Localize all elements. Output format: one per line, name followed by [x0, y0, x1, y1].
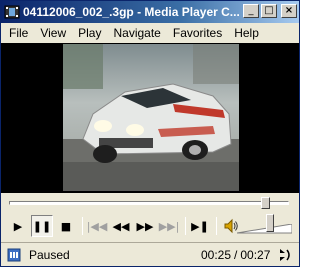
next-button[interactable]: ▶▶|: [158, 215, 180, 237]
play-button[interactable]: ▶: [7, 215, 29, 237]
seek-bar[interactable]: [1, 193, 299, 211]
menu-bar: File View Play Navigate Favorites Help: [1, 23, 299, 43]
fast-forward-button[interactable]: ▶▶: [134, 215, 156, 237]
video-area[interactable]: [1, 43, 299, 193]
window-title: 04112006_002_.3gp - Media Player C...: [23, 5, 240, 19]
status-icon: [7, 248, 21, 262]
toolbar-separator: [216, 217, 217, 235]
time-display: 00:25/00:27: [201, 248, 270, 262]
menu-help[interactable]: Help: [228, 26, 265, 40]
rally-car-image: [63, 44, 239, 191]
minimize-button[interactable]: _: [243, 4, 259, 18]
toolbar-separator: [185, 217, 186, 235]
title-buttons: _ □ ×: [243, 4, 297, 18]
toolbar-separator: [82, 217, 83, 235]
stop-button[interactable]: ■: [55, 215, 77, 237]
pause-button[interactable]: ❚❚: [31, 215, 53, 237]
volume-slider[interactable]: [236, 223, 293, 234]
menu-file[interactable]: File: [3, 26, 34, 40]
title-bar[interactable]: 04112006_002_.3gp - Media Player C... _ …: [1, 1, 299, 23]
total-time: 00:27: [240, 248, 271, 262]
close-button[interactable]: ×: [281, 4, 297, 18]
time-separator: /: [234, 248, 238, 262]
playback-status: Paused: [29, 247, 70, 262]
media-player-window: 04112006_002_.3gp - Media Player C... _ …: [0, 0, 300, 267]
maximize-button[interactable]: □: [261, 4, 277, 18]
current-time: 00:25: [201, 248, 232, 262]
menu-navigate[interactable]: Navigate: [107, 26, 166, 40]
status-bar: Paused 00:25/00:27: [1, 242, 299, 266]
seek-track[interactable]: [9, 201, 289, 205]
transport-controls: ▶ ❚❚ ■ |◀◀ ◀◀ ▶▶ ▶▶| ▶❚: [1, 211, 299, 241]
rewind-button[interactable]: ◀◀: [110, 215, 132, 237]
media-player-icon[interactable]: [4, 4, 20, 20]
seek-thumb[interactable]: [261, 197, 271, 209]
frame-step-button[interactable]: ▶❚: [189, 215, 211, 237]
menu-play[interactable]: Play: [72, 26, 107, 40]
stereo-icon[interactable]: [277, 247, 293, 263]
previous-button[interactable]: |◀◀: [86, 215, 108, 237]
volume-thumb[interactable]: [266, 214, 275, 232]
video-frame: [63, 44, 239, 191]
menu-view[interactable]: View: [34, 26, 72, 40]
menu-favorites[interactable]: Favorites: [167, 26, 228, 40]
